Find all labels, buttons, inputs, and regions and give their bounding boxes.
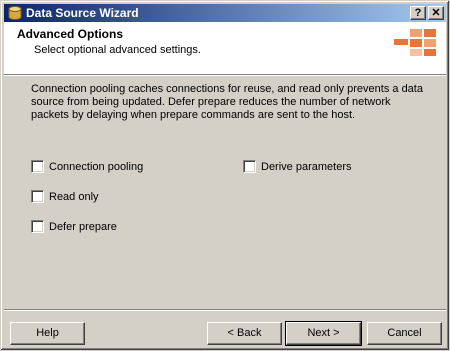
title-close-button[interactable]: ✕: [428, 6, 444, 20]
next-button[interactable]: Next >: [285, 321, 362, 346]
header-separator: [4, 74, 446, 76]
wizard-header: Advanced Options Select optional advance…: [4, 22, 446, 74]
connection-pooling-checkbox[interactable]: Connection pooling: [31, 160, 143, 173]
derive-parameters-checkbox[interactable]: Derive parameters: [243, 160, 351, 173]
checkbox-box[interactable]: [31, 220, 44, 233]
checkbox-box[interactable]: [31, 190, 44, 203]
defer-prepare-checkbox[interactable]: Defer prepare: [31, 220, 117, 233]
footer-separator: [4, 309, 446, 311]
title-help-button[interactable]: ?: [410, 6, 426, 20]
read-only-label[interactable]: Read only: [49, 191, 99, 203]
defer-prepare-label[interactable]: Defer prepare: [49, 221, 117, 233]
page-subtitle: Select optional advanced settings.: [34, 44, 201, 56]
checkbox-box[interactable]: [31, 160, 44, 173]
page-title: Advanced Options: [17, 27, 124, 41]
connection-pooling-label[interactable]: Connection pooling: [49, 161, 143, 173]
data-source-wizard-dialog: Data Source Wizard ? ✕ Advanced Options …: [0, 0, 450, 351]
checkbox-box[interactable]: [243, 160, 256, 173]
derive-parameters-label[interactable]: Derive parameters: [261, 161, 351, 173]
help-button[interactable]: Help: [10, 322, 85, 345]
window-title: Data Source Wizard: [26, 6, 139, 20]
wizard-graphic-icon: [394, 29, 436, 56]
data-source-icon: [8, 6, 22, 20]
back-button[interactable]: < Back: [207, 322, 282, 345]
cancel-button[interactable]: Cancel: [367, 322, 442, 345]
title-bar[interactable]: Data Source Wizard ? ✕: [4, 4, 446, 22]
read-only-checkbox[interactable]: Read only: [31, 190, 99, 203]
description-text: Connection pooling caches connections fo…: [31, 83, 423, 121]
